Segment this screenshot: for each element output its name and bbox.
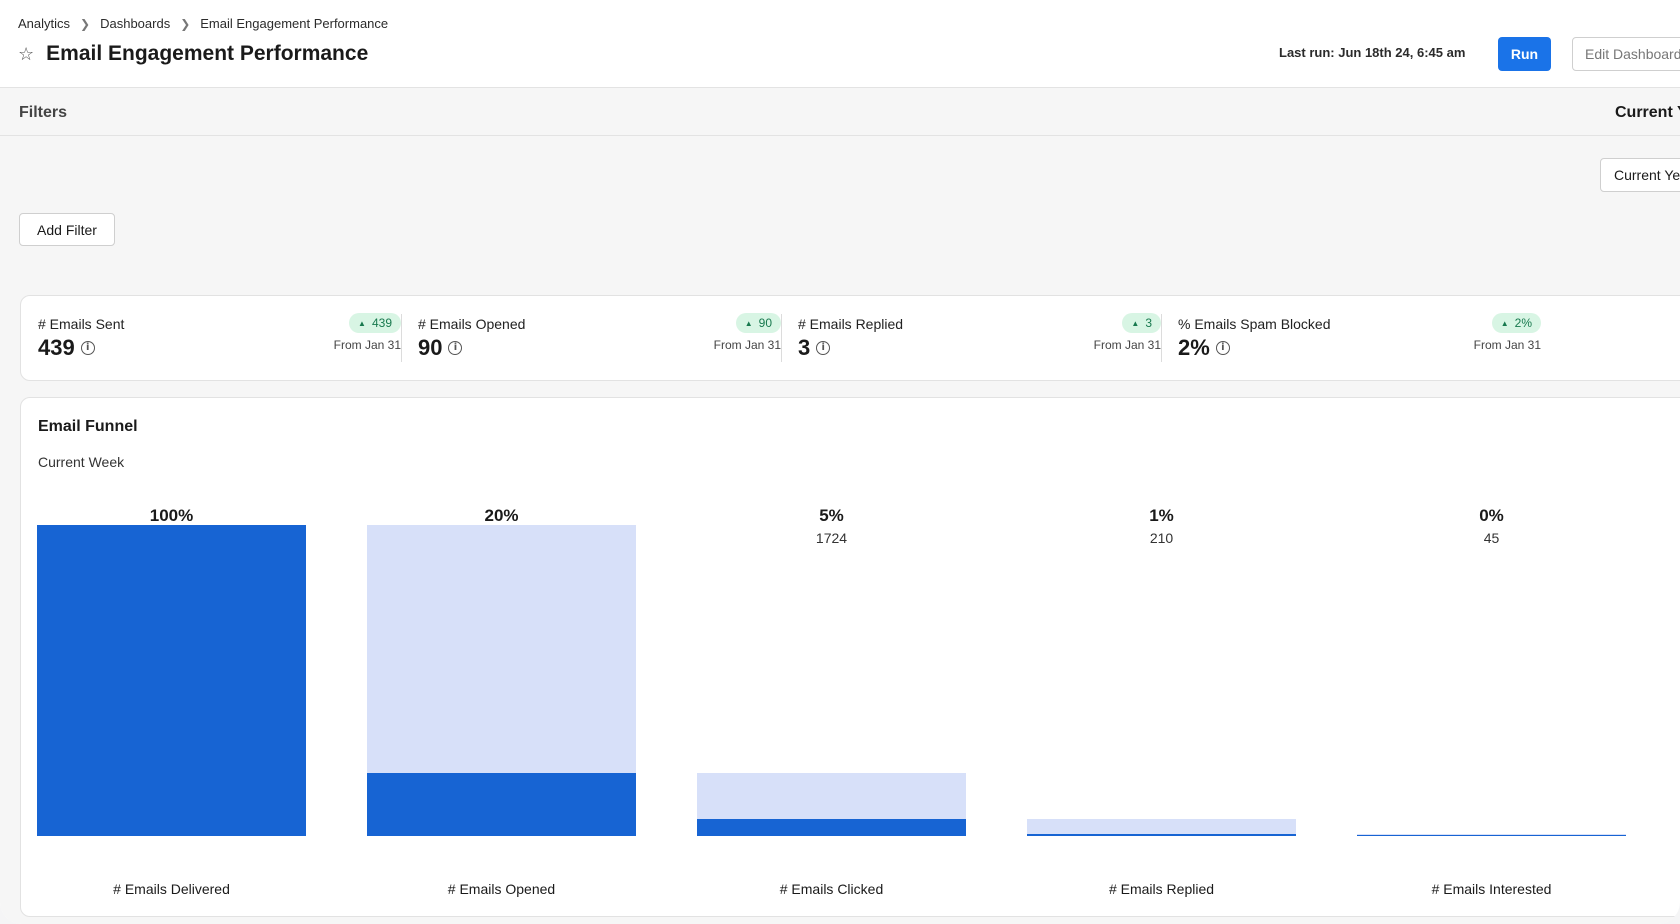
info-icon[interactable]: i [80, 341, 95, 355]
funnel-category-label: # Emails Interested [1431, 881, 1552, 897]
funnel-category-label: # Emails Replied [1108, 881, 1215, 897]
arrow-up-icon: ▲ [744, 319, 753, 328]
kpi-value-row: 439 i [38, 335, 95, 361]
funnel-count-label: 45 [1483, 530, 1500, 546]
info-icon[interactable]: i [1215, 341, 1230, 355]
kpi-from-text: From Jan 31 [1093, 338, 1161, 352]
arrow-up-icon: ▲ [1131, 319, 1140, 328]
arrow-up-icon: ▲ [358, 319, 366, 328]
kpi-label: # Emails Opened [418, 316, 526, 332]
funnel-bar-group-emails-replied: 1% 210 # Emails Replied [1027, 398, 1296, 918]
breadcrumb: Analytics ❯ Dashboards ❯ Email Engagemen… [18, 16, 388, 31]
funnel-bar-group-emails-clicked: 5% 1724 # Emails Clicked [697, 398, 966, 918]
kpi-emails-opened: # Emails Opened 90 i ▲ 90 From Jan 31 [401, 296, 781, 382]
breadcrumb-current: Email Engagement Performance [200, 16, 389, 31]
kpi-label: # Emails Sent [38, 316, 125, 332]
chevron-right-icon: ❯ [80, 16, 91, 31]
kpi-value: 3 [798, 335, 811, 360]
funnel-bar[interactable] [697, 819, 966, 836]
chevron-right-icon: ❯ [180, 16, 191, 31]
kpi-value: 90 [418, 335, 443, 360]
breadcrumb-analytics[interactable]: Analytics [18, 16, 70, 31]
kpi-value-row: 3 i [798, 335, 831, 361]
info-icon[interactable]: i [816, 341, 831, 355]
funnel-bar[interactable] [1357, 835, 1626, 836]
kpi-card: # Emails Sent 439 i ▲ 439 From Jan 31 # E… [20, 295, 1680, 381]
kpi-delta-badge: ▲ 2% [1491, 313, 1541, 333]
kpi-delta: 3 [1145, 316, 1152, 330]
kpi-value: 2% [1178, 335, 1210, 360]
breadcrumb-dashboards[interactable]: Dashboards [100, 16, 170, 31]
kpi-delta-badge: ▲ 90 [735, 313, 781, 333]
funnel-percent-label: 5% [819, 506, 844, 525]
page-title: Email Engagement Performance [46, 42, 369, 65]
funnel-category-label: # Emails Clicked [779, 881, 884, 897]
kpi-delta: 2% [1514, 316, 1532, 330]
funnel-category-label: # Emails Delivered [113, 881, 230, 897]
run-button[interactable]: Run [1498, 37, 1551, 71]
title-row: ☆ Email Engagement Performance [18, 42, 368, 66]
funnel-percent-label: 100% [149, 506, 194, 525]
filters-bar: Filters Current Year [0, 88, 1680, 136]
star-icon[interactable]: ☆ [18, 45, 34, 63]
dashboard-header: Analytics ❯ Dashboards ❯ Email Engagemen… [0, 0, 1680, 88]
funnel-category-label: # Emails Opened [447, 881, 556, 897]
kpi-delta: 90 [758, 316, 772, 330]
kpi-from-text: From Jan 31 [713, 338, 781, 352]
kpi-label: % Emails Spam Blocked [1178, 316, 1331, 332]
funnel-count-label: 210 [1149, 530, 1174, 546]
funnel-percent-label: 20% [484, 506, 519, 525]
kpi-delta: 439 [371, 316, 392, 330]
funnel-bar[interactable] [1027, 833, 1296, 836]
funnel-percent-label: 0% [1479, 506, 1504, 525]
kpi-label: # Emails Replied [798, 316, 904, 332]
last-run-text: Last run: Jun 18th 24, 6:45 am [1279, 45, 1466, 60]
funnel-bar-group-emails-interested: 0% 45 # Emails Interested [1357, 398, 1626, 918]
funnel-percent-label: 1% [1149, 506, 1174, 525]
add-filter-button[interactable]: Add Filter [19, 213, 115, 246]
kpi-emails-replied: # Emails Replied 3 i ▲ 3 From Jan 31 [781, 296, 1161, 382]
kpi-from-text: From Jan 31 [1473, 338, 1541, 352]
kpi-emails-sent: # Emails Sent 439 i ▲ 439 From Jan 31 [21, 296, 401, 382]
kpi-from-text: From Jan 31 [333, 338, 401, 352]
kpi-spam-blocked: % Emails Spam Blocked 2% i ▲ 2% From Jan … [1161, 296, 1541, 382]
info-icon[interactable]: i [448, 341, 463, 355]
current-year-button[interactable]: Current Year [1600, 158, 1680, 192]
arrow-up-icon: ▲ [1500, 319, 1509, 328]
funnel-bar-group-emails-delivered: 100%31973# Emails Delivered [37, 398, 306, 918]
current-period-label: Current Year [1615, 104, 1680, 121]
edit-dashboard-button[interactable]: Edit Dashboard [1572, 37, 1680, 71]
app-window: Analytics ❯ Dashboards ❯ Email Engagemen… [0, 0, 1680, 924]
kpi-value-row: 90 i [418, 335, 463, 361]
kpi-delta-badge: ▲ 3 [1122, 313, 1161, 333]
funnel-bar[interactable] [367, 773, 636, 836]
funnel-count-label: 1724 [815, 530, 848, 546]
kpi-value: 439 [38, 335, 75, 360]
kpi-value-row: 2% i [1178, 335, 1230, 361]
filters-heading: Filters [19, 104, 68, 121]
funnel-bar-group-emails-opened: 20%6429# Emails Opened [367, 398, 636, 918]
funnel-bar[interactable] [37, 525, 306, 836]
email-funnel-card: Email Funnel Current Week 100%31973# Ema… [20, 397, 1680, 917]
kpi-delta-badge: ▲ 439 [349, 313, 401, 333]
